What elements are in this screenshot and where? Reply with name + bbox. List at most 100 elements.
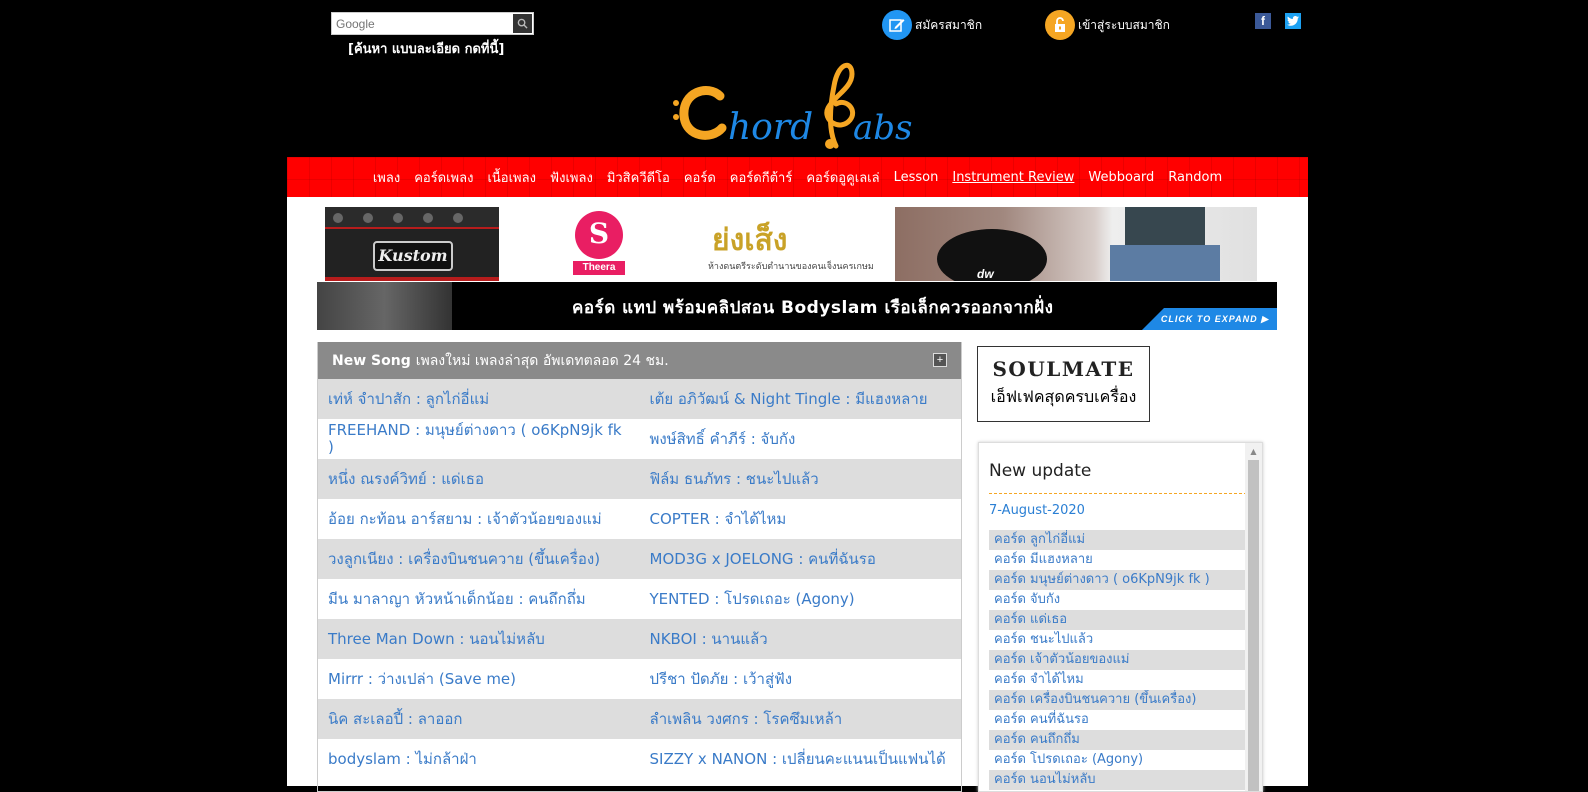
scrollbar-thumb[interactable] xyxy=(1248,460,1259,791)
song-link[interactable]: มีน มาลาญา หัวหน้าเด็กน้อย : คนถึกถึ่ม xyxy=(318,590,640,608)
theera-logo-icon: S xyxy=(575,211,623,259)
song-link[interactable]: FREEHAND : มนุษย์ต่างดาว ( o6KpN9jk fk ) xyxy=(318,422,640,456)
update-item[interactable]: คอร์ด โปรดเถอะ (Agony) xyxy=(989,750,1247,770)
nav-item[interactable]: Webboard xyxy=(1088,170,1154,185)
nav-item[interactable]: คอร์ดกีต้าร์ xyxy=(730,167,793,188)
dw-logo: dw xyxy=(977,267,994,281)
nav-item[interactable]: เพลง xyxy=(373,167,400,188)
ad-yongseng[interactable]: ย่งเส็ง ห้างดนตรีระดับตำนานของคนเจ็งนครเ… xyxy=(700,207,880,281)
theera-label: Theera xyxy=(573,261,625,275)
update-date: 7-August-2020 xyxy=(989,503,1085,518)
song-row: หนึ่ง ณรงค์วิทย์ : แด่เธอ ฟิล์ม ธนภัทร : … xyxy=(318,459,961,499)
top-header: [ค้นหา แบบละเอียด กดที่นี้] สมัครสมาชิก … xyxy=(0,0,1588,155)
update-item[interactable]: คอร์ด มีแฮงหลาย xyxy=(989,550,1247,570)
advanced-search-link[interactable]: [ค้นหา แบบละเอียด กดที่นี้] xyxy=(348,38,504,59)
register-link[interactable]: สมัครสมาชิก xyxy=(882,10,982,40)
new-update-box: New update 7-August-2020 คอร์ด ลูกไก่อี่… xyxy=(978,442,1263,792)
update-item[interactable]: คอร์ด จำได้ไหม xyxy=(989,670,1247,690)
click-to-expand-button[interactable]: CLICK TO EXPAND ▶ xyxy=(1142,308,1277,330)
soulmate-subtitle: เอ็ฟเฟคสุดครบเครื่อง xyxy=(990,387,1137,406)
nav-item[interactable]: คอร์ด xyxy=(684,167,716,188)
ad-row: Kustom S Theera ย่งเส็ง ห้างดนตรีระดับตำ… xyxy=(325,207,1257,281)
song-link[interactable]: วงลูกเนียง : เครื่องบินชนควาย (ขึ้นเครื่… xyxy=(318,550,640,568)
song-link[interactable]: เต้ย อภิวัฒน์ & Night Tingle : มีแฮงหลาย xyxy=(640,390,962,408)
ad-kustom[interactable]: Kustom xyxy=(325,207,499,281)
song-link[interactable]: Mirrr : ว่างเปล่า (Save me) xyxy=(318,670,640,688)
main-navbar: เพลง คอร์ดเพลง เนื้อเพลง ฟังเพลง มิวสิควีดีโ… xyxy=(287,157,1308,197)
update-item[interactable]: คอร์ด มนุษย์ต่างดาว ( o6KpN9jk fk ) xyxy=(989,570,1247,590)
song-link[interactable]: นิค สะเลอปี้ : ลาออก xyxy=(318,710,640,728)
edit-icon xyxy=(882,10,912,40)
kustom-logo: Kustom xyxy=(373,241,453,271)
update-item[interactable]: คอร์ด จับกัง xyxy=(989,590,1247,610)
search-input[interactable] xyxy=(334,15,512,32)
main-content: Kustom S Theera ย่งเส็ง ห้างดนตรีระดับตำ… xyxy=(287,197,1308,792)
song-link[interactable]: ฟิล์ม ธนภัทร : ชนะไปแล้ว xyxy=(640,470,962,488)
ad-theera[interactable]: S Theera xyxy=(573,207,625,281)
song-link[interactable]: SIZZY x NANON : เปลี่ยนคะแนนเป็นแฟนได้ xyxy=(640,750,962,768)
song-link[interactable]: ลำเพลิน วงศกร : โรคซึมเหล้า xyxy=(640,710,962,728)
song-link[interactable]: COPTER : จำได้ไหม xyxy=(640,510,962,528)
update-divider xyxy=(989,493,1247,494)
song-link[interactable]: NKBOI : นานแล้ว xyxy=(640,630,962,648)
ad-soulmate[interactable]: SOULMATE เอ็ฟเฟคสุดครบเครื่อง xyxy=(977,346,1150,422)
song-row: bodyslam : ไม่กล้าฝ่า SIZZY x NANON : เปล… xyxy=(318,739,961,779)
search-icon xyxy=(517,18,528,29)
update-item[interactable]: คอร์ด เครื่องบินชนควาย (ขึ้นเครื่อง) xyxy=(989,690,1247,710)
svg-text:hord: hord xyxy=(728,107,813,148)
yongseng-subtitle: ห้างดนตรีระดับตำนานของคนเจ็งนครเกษม xyxy=(708,262,874,272)
song-row: เท่ห์ จำปาสัก : ลูกไก่อี่แม่ เต้ย อภิวัฒน… xyxy=(318,379,961,419)
update-item[interactable]: คอร์ด คนถึกถึ่ม xyxy=(989,730,1247,750)
song-list: เท่ห์ จำปาสัก : ลูกไก่อี่แม่ เต้ย อภิวัฒน… xyxy=(318,379,961,779)
song-row: วงลูกเนียง : เครื่องบินชนควาย (ขึ้นเครื่… xyxy=(318,539,961,579)
login-link[interactable]: เข้าสู่ระบบสมาชิก xyxy=(1045,10,1170,40)
update-item[interactable]: คอร์ด เจ้าตัวน้อยของแม่ xyxy=(989,650,1247,670)
song-row: Mirrr : ว่างเปล่า (Save me) ปรีชา ปัดภัย … xyxy=(318,659,961,699)
site-logo[interactable]: hord abs xyxy=(668,56,924,150)
svg-text:abs: abs xyxy=(853,108,912,148)
song-link[interactable]: bodyslam : ไม่กล้าฝ่า xyxy=(318,750,640,768)
nav-item[interactable]: คอร์ดอูคูเลเล่ xyxy=(806,167,879,188)
new-song-panel: New Song เพลงใหม่ เพลงล่าสุด อัพเดทตลอด … xyxy=(317,342,962,792)
update-title: New update xyxy=(989,461,1092,481)
unlock-icon xyxy=(1045,10,1075,40)
song-link[interactable]: พงษ์สิทธิ์ คำภีร์ : จับกัง xyxy=(640,430,962,448)
panel-title: เพลงใหม่ เพลงล่าสุด อัพเดทตลอด 24 ชม. xyxy=(415,352,669,369)
song-row: FREEHAND : มนุษย์ต่างดาว ( o6KpN9jk fk )… xyxy=(318,419,961,459)
update-item[interactable]: คอร์ด ชนะไปแล้ว xyxy=(989,630,1247,650)
update-item[interactable]: คอร์ด ลูกไก่อี่แม่ xyxy=(989,530,1247,550)
song-link[interactable]: YENTED : โปรดเถอะ (Agony) xyxy=(640,590,962,608)
nav-item[interactable]: Random xyxy=(1168,170,1222,185)
song-row: มีน มาลาญา หัวหน้าเด็กน้อย : คนถึกถึ่ม YE… xyxy=(318,579,961,619)
nav-item[interactable]: เนื้อเพลง xyxy=(487,167,535,188)
facebook-icon[interactable]: f xyxy=(1255,13,1271,29)
scrollbar[interactable]: ▲ xyxy=(1245,443,1262,791)
song-link[interactable]: หนึ่ง ณรงค์วิทย์ : แด่เธอ xyxy=(318,470,640,488)
scroll-up-arrow-icon[interactable]: ▲ xyxy=(1245,443,1262,460)
nav-item[interactable]: มิวสิควีดีโอ xyxy=(607,167,670,188)
yongseng-title: ย่งเส็ง xyxy=(712,223,788,258)
nav-item[interactable]: ฟังเพลง xyxy=(550,167,593,188)
promo-banner[interactable]: คอร์ด แทป พร้อมคลิปสอน Bodyslam เรือเล็ก… xyxy=(317,282,1277,330)
expand-toggle-button[interactable]: + xyxy=(933,353,947,367)
nav-item[interactable]: Instrument Review xyxy=(952,170,1074,185)
song-link[interactable]: อ้อย กะท้อน อาร์สยาม : เจ้าตัวน้อยของแม่ xyxy=(318,510,640,528)
nav-item[interactable]: คอร์ดเพลง xyxy=(414,167,473,188)
song-link[interactable]: Three Man Down : นอนไม่หลับ xyxy=(318,630,640,648)
twitter-icon[interactable] xyxy=(1285,13,1301,29)
song-link[interactable]: ปรีชา ปัดภัย : เว้าสู่ฟัง xyxy=(640,670,962,688)
song-link[interactable]: MOD3G x JOELONG : คนที่ฉันรอ xyxy=(640,550,962,568)
update-list: คอร์ด ลูกไก่อี่แม่ คอร์ด มีแฮงหลาย คอร์ด ม… xyxy=(989,530,1247,790)
panel-title-bold: New Song xyxy=(332,352,411,369)
panel-header: New Song เพลงใหม่ เพลงล่าสุด อัพเดทตลอด … xyxy=(318,342,961,379)
search-button[interactable] xyxy=(513,14,532,33)
banner-text: คอร์ด แทป พร้อมคลิปสอน Bodyslam เรือเล็ก… xyxy=(572,298,1054,318)
song-row: อ้อย กะท้อน อาร์สยาม : เจ้าตัวน้อยของแม่… xyxy=(318,499,961,539)
ad-drums[interactable]: dw xyxy=(895,207,1257,281)
update-item[interactable]: คอร์ด แด่เธอ xyxy=(989,610,1247,630)
song-link[interactable]: เท่ห์ จำปาสัก : ลูกไก่อี่แม่ xyxy=(318,390,640,408)
update-item[interactable]: คอร์ด นอนไม่หลับ xyxy=(989,770,1247,790)
update-item[interactable]: คอร์ด คนที่ฉันรอ xyxy=(989,710,1247,730)
register-label: สมัครสมาชิก xyxy=(915,17,983,32)
nav-item[interactable]: Lesson xyxy=(894,170,939,185)
